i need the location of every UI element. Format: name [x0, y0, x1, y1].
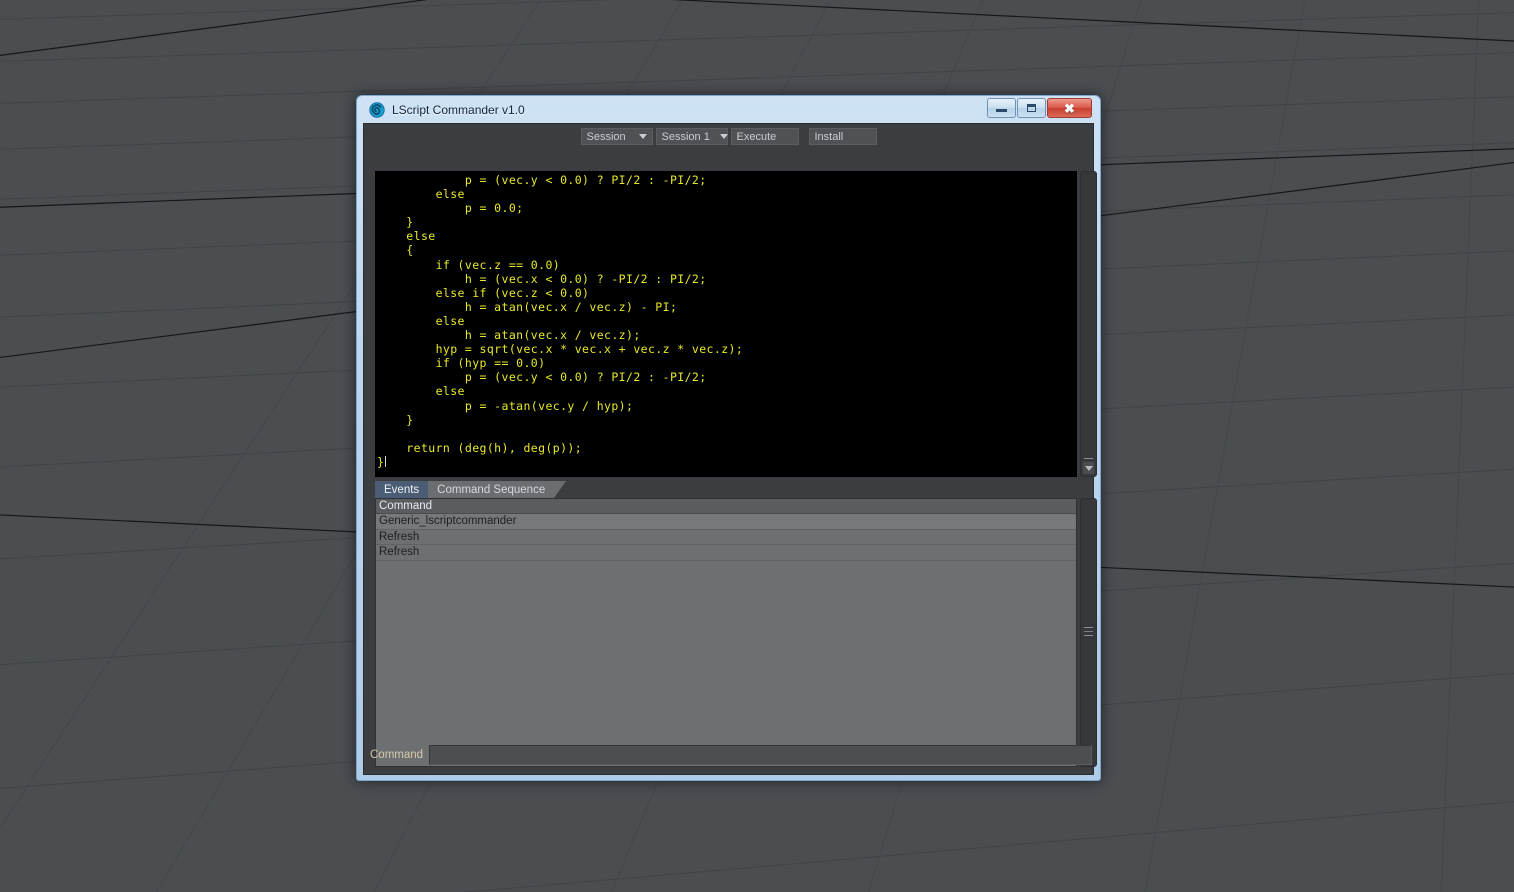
code-last-line: } — [377, 454, 385, 469]
editor-scrollbar[interactable] — [1080, 171, 1097, 477]
session-type-value: Session — [586, 130, 626, 143]
event-list[interactable]: Command Generic_lscriptcommander Refresh… — [375, 498, 1077, 767]
session-instance-value: Session 1 — [661, 130, 710, 143]
install-button[interactable]: Install — [808, 128, 877, 145]
table-row[interactable]: Refresh — [376, 545, 1076, 561]
command-label: Command — [370, 749, 424, 761]
session-type-dropdown[interactable]: Session — [580, 128, 653, 145]
toolbar: Session Session 1 Execute Install — [364, 124, 1093, 146]
scroll-grip[interactable] — [1084, 627, 1093, 636]
chevron-down-icon — [638, 134, 647, 139]
titlebar[interactable]: LScript Commander v1.0 ✖ — [363, 96, 1094, 123]
tab-events[interactable]: Events — [375, 481, 429, 498]
minimize-button[interactable] — [987, 98, 1016, 118]
close-button[interactable]: ✖ — [1047, 98, 1092, 118]
spiral-icon — [369, 101, 385, 118]
close-icon: ✖ — [1064, 100, 1075, 116]
window-controls: ✖ — [987, 98, 1092, 118]
tab-strip: Events Command Sequence — [375, 481, 567, 498]
table-row[interactable]: Refresh — [376, 529, 1076, 545]
column-header-command[interactable]: Command — [376, 499, 1076, 514]
code-text[interactable]: p = (vec.y < 0.0) ? PI/2 : -PI/2; else p… — [375, 171, 1077, 469]
text-caret — [385, 455, 387, 467]
session-instance-dropdown[interactable]: Session 1 — [655, 128, 728, 145]
tab-command-sequence[interactable]: Command Sequence — [428, 481, 555, 498]
code-body: p = (vec.y < 0.0) ? PI/2 : -PI/2; else p… — [406, 173, 744, 455]
chevron-down-icon — [1084, 465, 1093, 471]
page-title: LScript Commander v1.0 — [392, 102, 525, 117]
client-area: Session Session 1 Execute Install p = (v… — [363, 123, 1097, 775]
maximize-icon — [1027, 104, 1036, 112]
chevron-down-icon — [719, 134, 728, 139]
maximize-button[interactable] — [1017, 98, 1046, 118]
code-editor[interactable]: p = (vec.y < 0.0) ? PI/2 : -PI/2; else p… — [375, 171, 1077, 477]
command-bar: Command — [370, 744, 1092, 766]
lscript-commander-window[interactable]: LScript Commander v1.0 ✖ Session Session… — [356, 95, 1101, 781]
table-row[interactable]: Generic_lscriptcommander — [376, 514, 1076, 530]
event-list-scrollbar[interactable] — [1080, 498, 1097, 767]
scroll-down-button[interactable] — [1082, 461, 1095, 475]
command-input[interactable] — [429, 745, 1092, 765]
minimize-icon — [996, 109, 1007, 112]
execute-button[interactable]: Execute — [730, 128, 799, 145]
tab-slant-edge — [554, 481, 567, 498]
